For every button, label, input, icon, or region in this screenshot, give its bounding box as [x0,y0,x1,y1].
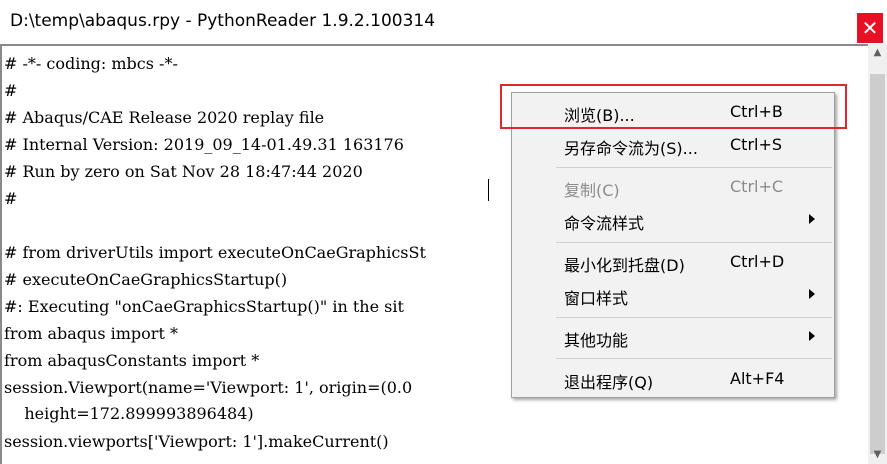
highlight-box [500,84,847,129]
menu-item-shortcut: Ctrl+S [730,135,783,154]
scroll-thumb[interactable] [870,74,885,454]
code-line: # Abaqus/CAE Release 2020 replay file [4,108,325,127]
code-line: from abaqus import * [4,324,178,343]
menu-item-label: 最小化到托盘(D) [564,256,685,275]
menu-item-command-style[interactable]: 命令流样式 [512,206,834,234]
menu-separator [556,167,832,168]
submenu-arrow-icon [809,331,815,341]
menu-item-shortcut: Ctrl+C [730,177,784,196]
code-line: session.Viewport(name='Viewport: 1', ori… [4,378,413,397]
code-line: # Internal Version: 2019_09_14-01.49.31 … [4,135,404,154]
code-line: # from driverUtils import executeOnCaeGr… [4,243,426,262]
menu-item-label: 复制(C) [564,181,620,200]
vertical-scrollbar[interactable]: ▲ ▼ [868,44,887,464]
code-line: #: Executing "onCaeGraphicsStartup()" in… [4,297,404,316]
title-bar: D:\temp\abaqus.rpy - PythonReader 1.9.2.… [0,0,887,44]
menu-item-label: 退出程序(Q) [564,373,654,392]
scroll-up-icon[interactable]: ▲ [868,44,887,62]
code-line: height=172.899993896484) [4,404,254,423]
menu-item-window-style[interactable]: 窗口样式 [512,281,834,309]
menu-separator [556,317,832,318]
menu-item-minimize-tray[interactable]: 最小化到托盘(D) Ctrl+D [512,248,834,276]
code-line: # [4,81,18,100]
menu-item-other-functions[interactable]: 其他功能 [512,323,834,351]
submenu-arrow-icon [809,289,815,299]
menu-item-exit[interactable]: 退出程序(Q) Alt+F4 [512,365,834,393]
code-line: session.viewports['Viewport: 1'].makeCur… [4,432,389,451]
code-line: # executeOnCaeGraphicsStartup() [4,270,288,289]
scroll-down-icon[interactable]: ▼ [868,446,887,464]
menu-item-save-as[interactable]: 另存命令流为(S)... Ctrl+S [512,131,834,159]
menu-item-label: 其他功能 [564,331,629,350]
code-line: # [4,189,18,208]
window-title: D:\temp\abaqus.rpy - PythonReader 1.9.2.… [10,11,436,31]
menu-item-shortcut: Alt+F4 [730,369,785,388]
submenu-arrow-icon [809,214,815,224]
text-caret [488,179,489,201]
menu-separator [556,358,832,359]
menu-item-label: 命令流样式 [564,214,645,233]
code-line: # -*- coding: mbcs -*- [4,54,178,73]
menu-item-label: 另存命令流为(S)... [564,139,698,158]
close-button[interactable]: ✕ [857,13,883,43]
menu-separator [556,242,832,243]
menu-item-copy[interactable]: 复制(C) Ctrl+C [512,173,834,201]
menu-item-label: 窗口样式 [564,289,629,308]
code-line: from abaqusConstants import * [4,351,260,370]
context-menu: 浏览(B)... Ctrl+B 另存命令流为(S)... Ctrl+S 复制(C… [511,92,835,398]
close-icon: ✕ [861,16,879,40]
code-line: # Run by zero on Sat Nov 28 18:47:44 202… [4,162,363,181]
menu-item-shortcut: Ctrl+D [730,252,785,271]
